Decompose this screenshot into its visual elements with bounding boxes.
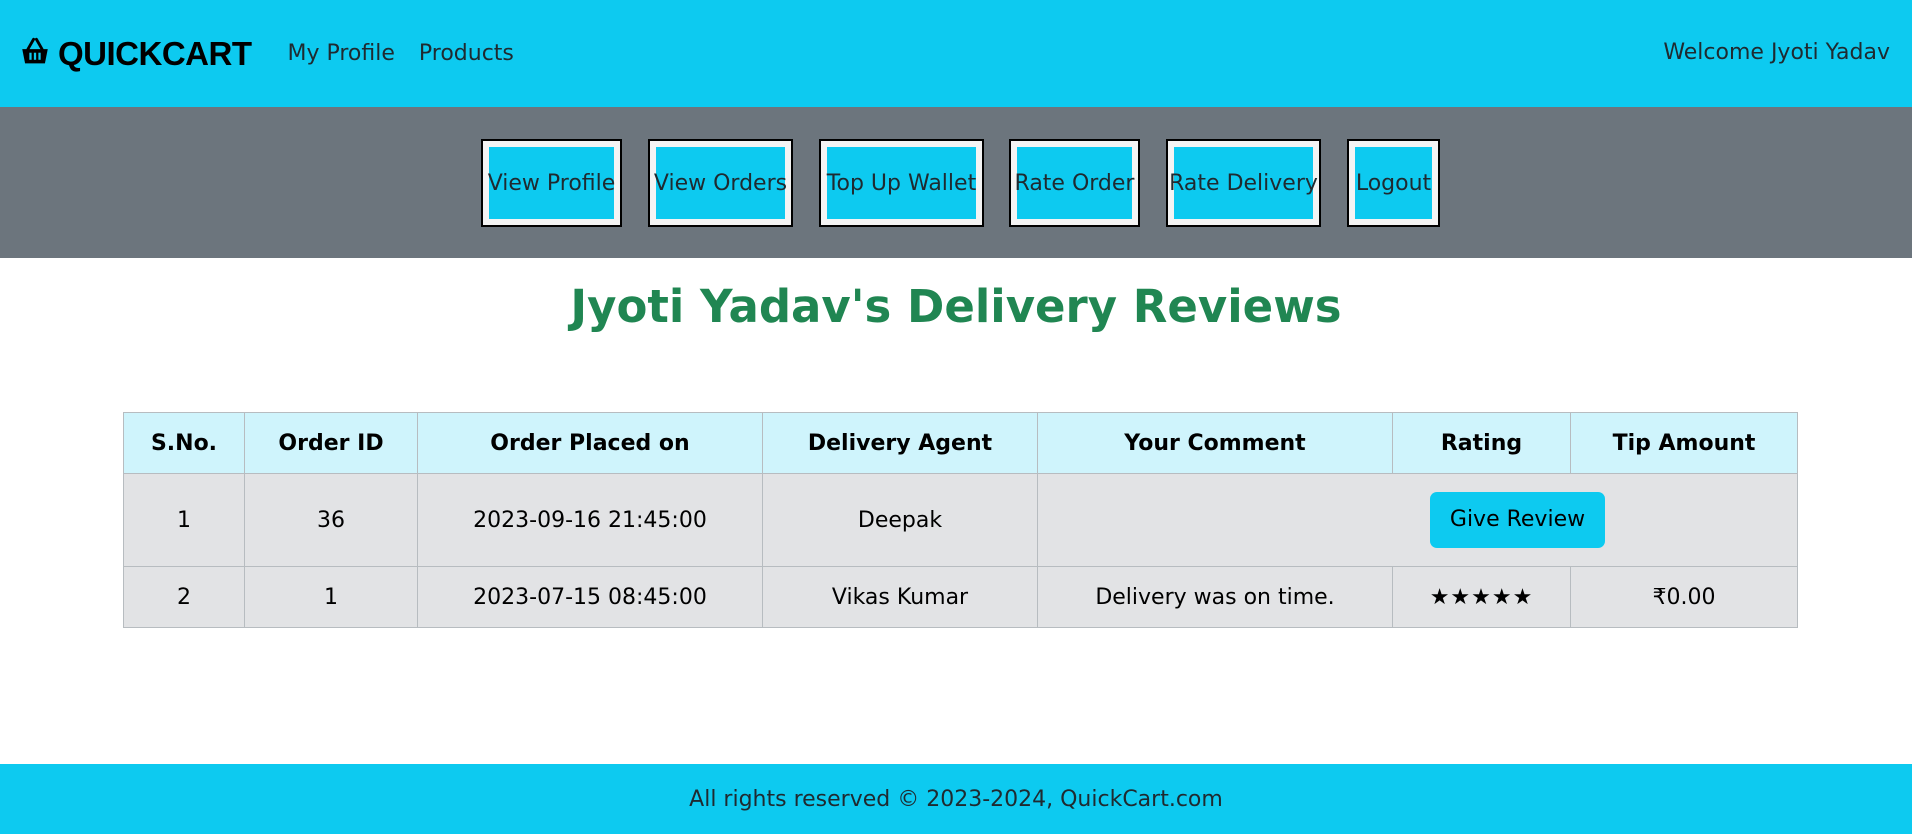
welcome-text: Welcome Jyoti Yadav — [1663, 40, 1890, 65]
top-up-wallet-label: Top Up Wallet — [827, 147, 976, 219]
give-review-button[interactable]: Give Review — [1429, 492, 1606, 548]
rate-delivery-button[interactable]: Rate Delivery — [1166, 139, 1321, 227]
table-header-row: S.No. Order ID Order Placed on Delivery … — [123, 412, 1798, 474]
view-profile-button[interactable]: View Profile — [481, 139, 622, 227]
rate-order-label: Rate Order — [1015, 147, 1134, 219]
page-title: Jyoti Yadav's Delivery Reviews — [570, 280, 1342, 333]
header-order-id: Order ID — [244, 412, 418, 474]
view-orders-label: View Orders — [654, 147, 787, 219]
nav-link-products[interactable]: Products — [419, 41, 514, 66]
cell-review-action: Give Review — [1037, 473, 1798, 567]
footer-text: All rights reserved © 2023-2024, QuickCa… — [689, 786, 1223, 812]
rate-order-button[interactable]: Rate Order — [1009, 139, 1140, 227]
basket-icon — [18, 35, 52, 73]
cell-sno: 1 — [123, 473, 245, 567]
header-sno: S.No. — [123, 412, 245, 474]
header-order-placed-on: Order Placed on — [417, 412, 763, 474]
logout-button[interactable]: Logout — [1347, 139, 1440, 227]
cell-order-id: 1 — [244, 566, 418, 628]
view-orders-button[interactable]: View Orders — [648, 139, 793, 227]
rate-delivery-label: Rate Delivery — [1169, 147, 1318, 219]
delivery-reviews-table: S.No. Order ID Order Placed on Delivery … — [123, 412, 1798, 628]
action-toolbar: View Profile View Orders Top Up Wallet R… — [0, 107, 1912, 258]
top-up-wallet-button[interactable]: Top Up Wallet — [819, 139, 984, 227]
header-your-comment: Your Comment — [1037, 412, 1393, 474]
header-rating: Rating — [1392, 412, 1571, 474]
cell-order-id: 36 — [244, 473, 418, 567]
page-footer: All rights reserved © 2023-2024, QuickCa… — [0, 764, 1912, 834]
cell-tip-amount: ₹0.00 — [1570, 566, 1798, 628]
cell-rating-stars: ★★★★★ — [1392, 566, 1571, 628]
view-profile-label: View Profile — [488, 147, 615, 219]
cell-sno: 2 — [123, 566, 245, 628]
header-tip-amount: Tip Amount — [1570, 412, 1798, 474]
header-delivery-agent: Delivery Agent — [762, 412, 1038, 474]
cell-agent: Deepak — [762, 473, 1038, 567]
top-navbar: QUICKCART My Profile Products Welcome Jy… — [0, 0, 1912, 107]
cell-placed-on: 2023-07-15 08:45:00 — [417, 566, 763, 628]
table-row: 2 1 2023-07-15 08:45:00 Vikas Kumar Deli… — [123, 566, 1798, 628]
brand-logo[interactable]: QUICKCART — [18, 34, 252, 73]
table-row: 1 36 2023-09-16 21:45:00 Deepak Give Rev… — [123, 473, 1798, 567]
cell-comment: Delivery was on time. — [1037, 566, 1393, 628]
cell-agent: Vikas Kumar — [762, 566, 1038, 628]
cell-placed-on: 2023-09-16 21:45:00 — [417, 473, 763, 567]
logout-label: Logout — [1355, 147, 1432, 219]
nav-link-my-profile[interactable]: My Profile — [287, 41, 394, 66]
brand-name: QUICKCART — [58, 34, 252, 72]
